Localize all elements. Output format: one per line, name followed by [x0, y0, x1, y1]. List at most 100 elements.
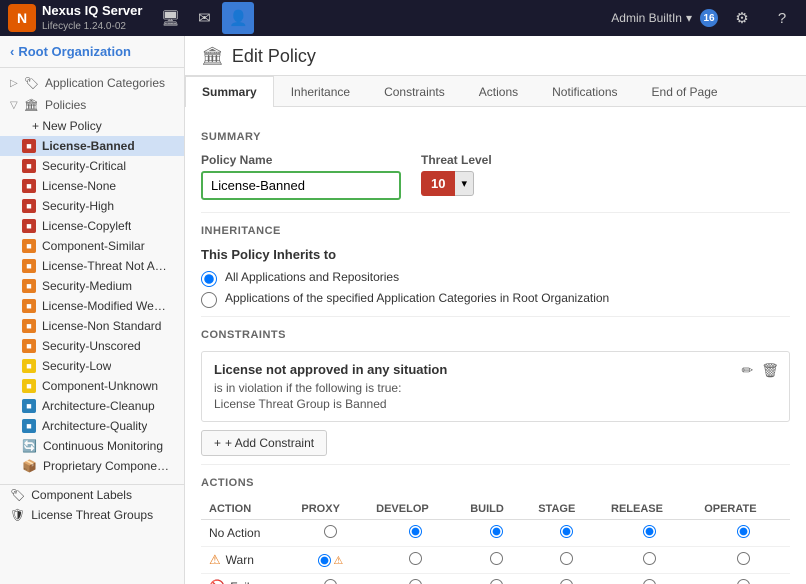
inheritance-specific-radio[interactable] — [201, 292, 217, 308]
sidebar-item-license-threat-groups[interactable]: 🛡 License Threat Groups — [0, 505, 184, 525]
add-constraint-label: + Add Constraint — [225, 436, 314, 450]
add-constraint-button[interactable]: + + Add Constraint — [201, 430, 327, 456]
page-title: Edit Policy — [232, 46, 316, 67]
threat-badge: 10 — [421, 171, 455, 196]
sidebar-item-policies[interactable]: ▽ 🏛 Policies — [0, 94, 184, 116]
policy-item-security-critical[interactable]: ■ Security-Critical — [0, 156, 184, 176]
brand-name: Nexus IQ Server — [42, 3, 142, 20]
build-fail-radio[interactable] — [490, 579, 503, 584]
tab-end-of-page[interactable]: End of Page — [635, 76, 735, 107]
policy-item-security-high[interactable]: ■ Security-High — [0, 196, 184, 216]
proxy-no-action-cell — [293, 520, 368, 547]
policy-item-security-unscored[interactable]: ■ Security-Unscored — [0, 336, 184, 356]
policy-item-architecture-quality[interactable]: ■ Architecture-Quality — [0, 416, 184, 436]
tab-actions[interactable]: Actions — [462, 76, 535, 107]
tab-constraints[interactable]: Constraints — [367, 76, 462, 107]
help-icon[interactable]: ? — [766, 2, 798, 34]
policy-icon-orange: ■ — [22, 339, 36, 353]
develop-no-action-radio[interactable] — [409, 525, 422, 538]
stage-no-action-radio[interactable] — [560, 525, 573, 538]
policy-item-license-none[interactable]: ■ License-None — [0, 176, 184, 196]
policy-icon-orange: ■ — [22, 259, 36, 273]
notification-badge[interactable]: 16 — [700, 9, 718, 27]
develop-warn-cell — [368, 547, 462, 574]
tab-notifications[interactable]: Notifications — [535, 76, 634, 107]
release-fail-radio[interactable] — [643, 579, 656, 584]
stage-fail-cell — [530, 574, 603, 584]
policy-item-license-copyleft[interactable]: ■ License-Copyleft — [0, 216, 184, 236]
warn-icon: ⚠ — [209, 552, 221, 568]
stage-warn-radio[interactable] — [560, 552, 573, 565]
root-org-link[interactable]: ‹ Root Organization — [0, 36, 184, 68]
chevron-down-icon: ▾ — [686, 11, 692, 25]
sidebar-item-component-labels[interactable]: 🏷 Component Labels — [0, 485, 184, 505]
policy-item-component-unknown[interactable]: ■ Component-Unknown — [0, 376, 184, 396]
policy-name: Security-Medium — [42, 279, 132, 293]
col-develop: DEVELOP — [368, 499, 462, 520]
build-no-action-radio[interactable] — [490, 525, 503, 538]
threat-dropdown[interactable]: ▾ — [455, 171, 474, 196]
admin-menu[interactable]: Admin BuiltIn ▾ — [611, 11, 692, 25]
proxy-no-action-radio[interactable] — [324, 525, 337, 538]
policy-item-license-threat[interactable]: ■ License-Threat Not Assign... — [0, 256, 184, 276]
sidebar-item-application-categories[interactable]: ▷ 🏷 Application Categories — [0, 72, 184, 94]
monitor-nav-btn[interactable]: 🖥 — [154, 2, 186, 34]
policy-icon-red: ■ — [22, 219, 36, 233]
operate-warn-radio[interactable] — [737, 552, 750, 565]
policy-item-component-similar[interactable]: ■ Component-Similar — [0, 236, 184, 256]
inheritance-option-all: All Applications and Repositories — [201, 270, 790, 287]
policy-item-license-banned[interactable]: ■ License-Banned — [0, 136, 184, 156]
tab-inheritance[interactable]: Inheritance — [274, 76, 367, 107]
delete-constraint-button[interactable]: 🗑 — [761, 362, 779, 379]
mail-nav-btn[interactable]: ✉ — [188, 2, 220, 34]
col-action: ACTION — [201, 499, 293, 520]
actions-table: ACTION PROXY DEVELOP BUILD STAGE RELEASE… — [201, 499, 790, 584]
col-stage: STAGE — [530, 499, 603, 520]
actions-section-label: ACTIONS — [201, 477, 790, 489]
table-row: No Action — [201, 520, 790, 547]
policy-item-proprietary-components[interactable]: 📦 Proprietary Components — [0, 456, 184, 476]
inheritance-all-radio[interactable] — [201, 271, 217, 287]
license-threat-groups-label: License Threat Groups — [31, 508, 153, 522]
policy-name-proprietary: Proprietary Components — [43, 459, 173, 473]
page-header: 🏛 Edit Policy — [185, 36, 806, 76]
divider-3 — [201, 464, 790, 465]
develop-warn-radio[interactable] — [409, 552, 422, 565]
new-policy-button[interactable]: + New Policy — [0, 116, 184, 136]
policy-name: Continuous Monitoring — [43, 439, 163, 453]
stage-fail-radio[interactable] — [560, 579, 573, 584]
policy-item-security-medium[interactable]: ■ Security-Medium — [0, 276, 184, 296]
operate-fail-radio[interactable] — [737, 579, 750, 584]
build-warn-radio[interactable] — [490, 552, 503, 565]
policy-name: Security-Low — [42, 359, 111, 373]
table-row: ⚠ Warn ⚠ — [201, 547, 790, 574]
release-warn-radio[interactable] — [643, 552, 656, 565]
operate-fail-cell — [696, 574, 790, 584]
operate-no-action-radio[interactable] — [737, 525, 750, 538]
tab-bar: Summary Inheritance Constraints Actions … — [185, 76, 806, 107]
proxy-warn-radio[interactable] — [318, 554, 331, 567]
edit-constraint-button[interactable]: ✏ — [741, 362, 753, 379]
policy-name: Security-Critical — [42, 159, 126, 173]
sidebar-section: ▷ 🏷 Application Categories ▽ 🏛 Policies … — [0, 68, 184, 480]
policy-item-architecture-cleanup[interactable]: ■ Architecture-Cleanup — [0, 396, 184, 416]
policy-name: Architecture-Cleanup — [42, 399, 155, 413]
tab-summary[interactable]: Summary — [185, 76, 274, 107]
policy-item-continuous-monitoring[interactable]: 🔄 Continuous Monitoring — [0, 436, 184, 456]
release-no-action-radio[interactable] — [643, 525, 656, 538]
policy-item-license-non-standard[interactable]: ■ License-Non Standard — [0, 316, 184, 336]
develop-fail-radio[interactable] — [409, 579, 422, 584]
proxy-fail-radio[interactable] — [324, 579, 337, 584]
policy-item-license-modified[interactable]: ■ License-Modified Weak ... — [0, 296, 184, 316]
policy-name-label: Policy Name — [201, 153, 401, 167]
shield-icon: 🛡 — [10, 508, 25, 522]
user-nav-btn[interactable]: 👤 — [222, 2, 254, 34]
proxy-warn-cell: ⚠ — [293, 547, 368, 574]
release-warn-cell — [603, 547, 696, 574]
policy-icon-orange: ■ — [22, 299, 36, 313]
policy-item-security-low[interactable]: ■ Security-Low — [0, 356, 184, 376]
policy-name-input[interactable] — [201, 171, 401, 200]
gear-icon[interactable]: ⚙ — [726, 2, 758, 34]
divider-1 — [201, 212, 790, 213]
policy-name: Security-High — [42, 199, 114, 213]
